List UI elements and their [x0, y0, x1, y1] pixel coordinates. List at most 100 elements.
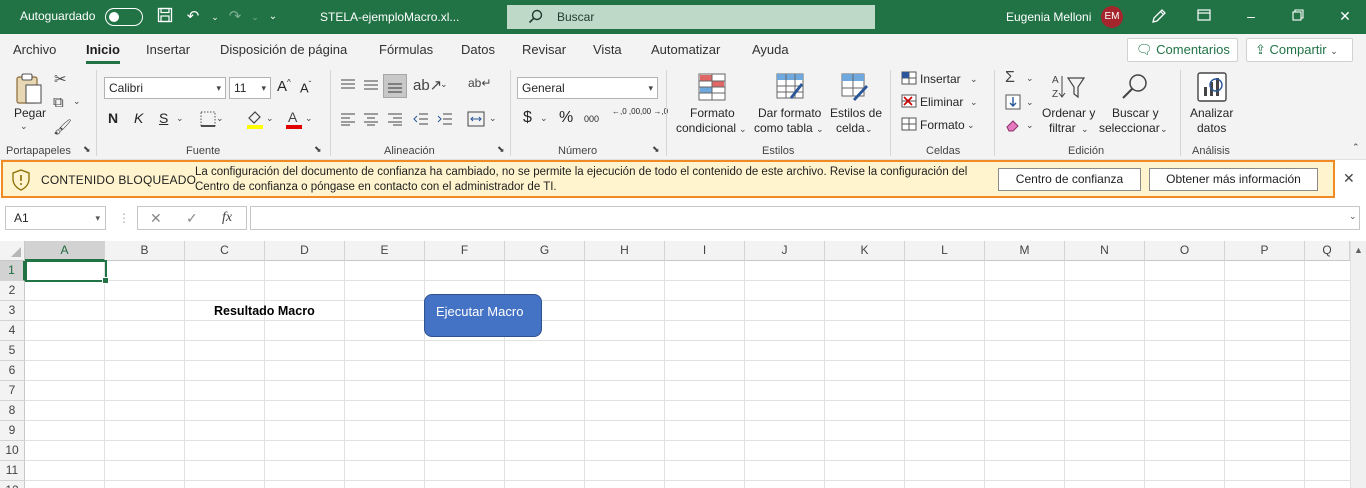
align-center-icon[interactable] [363, 112, 379, 130]
chevron-down-icon[interactable]: ⌄ [176, 113, 184, 124]
comments-button[interactable]: 🗨 Comentarios [1127, 38, 1238, 62]
chevron-down-icon[interactable]: ⌄ [440, 79, 448, 90]
autosum-icon[interactable]: Σ [1005, 69, 1015, 87]
align-left-icon[interactable] [340, 112, 356, 130]
analyze-data-label-2[interactable]: datos [1197, 121, 1226, 136]
customize-toolbar-icon[interactable]: ⌄ [262, 7, 284, 27]
chevron-down-icon[interactable]: ⌄ [266, 113, 274, 124]
insert-function-icon[interactable]: fx [222, 210, 232, 226]
copy-icon[interactable]: ⧉ [53, 94, 64, 111]
dialog-launcher-icon[interactable]: ⬊ [652, 144, 660, 155]
thousands-button[interactable]: 000 [584, 114, 599, 124]
sort-filter-label-2[interactable]: filtrar [1049, 121, 1076, 136]
cell-styles-label-1[interactable]: Estilos de [830, 106, 882, 121]
close-icon[interactable]: ✕ [1337, 8, 1353, 24]
tab-datos[interactable]: Datos [461, 42, 495, 57]
column-header-l[interactable]: L [905, 241, 985, 261]
column-header-d[interactable]: D [265, 241, 345, 261]
tab-ayuda[interactable]: Ayuda [752, 42, 789, 57]
format-painter-icon[interactable]: 🖌 [53, 118, 72, 136]
formula-input[interactable] [250, 206, 1360, 230]
number-format-select[interactable]: General ▾ [517, 77, 658, 99]
save-icon[interactable] [154, 7, 176, 27]
avatar[interactable]: EM [1101, 6, 1123, 28]
spreadsheet-grid[interactable]: 121110987654321 QPONMLKJIHGFEDCBA Resulta… [0, 241, 1366, 488]
percent-button[interactable]: % [559, 109, 573, 127]
select-all-button[interactable] [0, 241, 25, 261]
chevron-down-icon[interactable]: ⌄ [970, 74, 978, 85]
paste-label[interactable]: Pegar [14, 106, 46, 120]
column-header-m[interactable]: M [985, 241, 1065, 261]
ribbon-display-icon[interactable] [1196, 8, 1212, 24]
cell-c3[interactable]: Resultado Macro [214, 304, 315, 318]
wrap-text-icon[interactable]: ab↵ [468, 76, 491, 90]
find-select-label-2[interactable]: seleccionar [1099, 121, 1160, 136]
font-size-select[interactable]: 11 ▾ [229, 77, 271, 99]
underline-button[interactable]: S [159, 110, 168, 126]
row-header-9[interactable]: 9 [0, 421, 25, 441]
column-header-n[interactable]: N [1065, 241, 1145, 261]
align-right-icon[interactable] [387, 112, 403, 130]
chevron-down-icon[interactable]: ⌄ [967, 120, 975, 131]
vertical-scrollbar[interactable]: ▲ [1350, 241, 1366, 488]
sort-filter-label-1[interactable]: Ordenar y [1042, 106, 1095, 121]
column-header-g[interactable]: G [505, 241, 585, 261]
tab-archivo[interactable]: Archivo [13, 42, 56, 57]
cell-styles-label-2[interactable]: celda [836, 121, 865, 136]
cell-styles-icon[interactable] [841, 73, 869, 101]
trust-center-button[interactable]: Centro de confianza [998, 168, 1141, 191]
align-middle-icon[interactable] [363, 78, 379, 96]
chevron-down-icon[interactable]: ⌄ [739, 124, 747, 135]
tab-automatizar[interactable]: Automatizar [651, 42, 720, 57]
fill-color-icon[interactable] [245, 108, 265, 134]
dialog-launcher-icon[interactable]: ⬊ [497, 144, 505, 155]
tab-disposicion-de-pagina[interactable]: Disposición de página [220, 42, 347, 57]
row-header-11[interactable]: 11 [0, 461, 25, 481]
increase-decimal-button[interactable]: ←,0 ,00 [612, 107, 640, 116]
document-title[interactable]: STELA-ejemploMacro.xl... [320, 10, 459, 24]
tab-insertar[interactable]: Insertar [146, 42, 190, 57]
shrink-font-icon[interactable]: Aˇ [300, 80, 311, 95]
row-header-1[interactable]: 1 [0, 261, 25, 281]
autosave-toggle[interactable] [105, 8, 143, 26]
analyze-data-label-1[interactable]: Analizar [1190, 106, 1233, 121]
align-bottom-icon[interactable] [383, 74, 407, 98]
format-as-table-icon[interactable] [776, 73, 804, 101]
close-icon[interactable]: ✕ [1343, 170, 1355, 187]
tab-inicio[interactable]: Inicio [86, 42, 120, 64]
grow-font-icon[interactable]: A^ [277, 78, 291, 95]
tab-formulas[interactable]: Fórmulas [379, 42, 433, 57]
scroll-up-icon[interactable]: ▲ [1354, 245, 1363, 255]
chevron-down-icon[interactable]: ⌄ [489, 113, 497, 124]
minimize-icon[interactable]: – [1243, 8, 1259, 24]
undo-dropdown-icon[interactable]: ⌄ [204, 7, 226, 27]
restore-icon[interactable] [1290, 8, 1306, 24]
sort-filter-icon[interactable]: AZ [1052, 72, 1086, 100]
format-cells-icon[interactable] [901, 117, 917, 135]
column-header-a[interactable]: A [25, 241, 105, 261]
dialog-launcher-icon[interactable]: ⬊ [314, 144, 322, 155]
row-header-7[interactable]: 7 [0, 381, 25, 401]
find-select-icon[interactable] [1120, 72, 1148, 100]
find-select-label-1[interactable]: Buscar y [1112, 106, 1159, 121]
enter-icon[interactable]: ✓ [186, 210, 198, 227]
italic-button[interactable]: K [134, 110, 143, 126]
format-table-label-2[interactable]: como tabla [754, 121, 813, 136]
tab-vista[interactable]: Vista [593, 42, 622, 57]
font-color-icon[interactable]: A [284, 108, 304, 134]
row-header-5[interactable]: 5 [0, 341, 25, 361]
row-header-2[interactable]: 2 [0, 281, 25, 301]
tab-revisar[interactable]: Revisar [522, 42, 566, 57]
column-header-b[interactable]: B [105, 241, 185, 261]
conditional-format-icon[interactable] [698, 73, 726, 101]
format-table-label-1[interactable]: Dar formato [758, 106, 821, 121]
chevron-down-icon[interactable]: ⌄ [1081, 124, 1089, 135]
chevron-down-icon[interactable]: ⌄ [1026, 73, 1034, 84]
decrease-decimal-button[interactable]: ,00 →,0 [640, 107, 668, 116]
dialog-launcher-icon[interactable]: ⬊ [83, 144, 91, 155]
column-header-f[interactable]: F [425, 241, 505, 261]
redo-icon[interactable]: ↷ [224, 7, 246, 27]
analyze-data-icon[interactable] [1196, 71, 1228, 103]
cancel-icon[interactable]: ✕ [150, 210, 162, 227]
chevron-down-icon[interactable]: ⌄ [1026, 97, 1034, 108]
